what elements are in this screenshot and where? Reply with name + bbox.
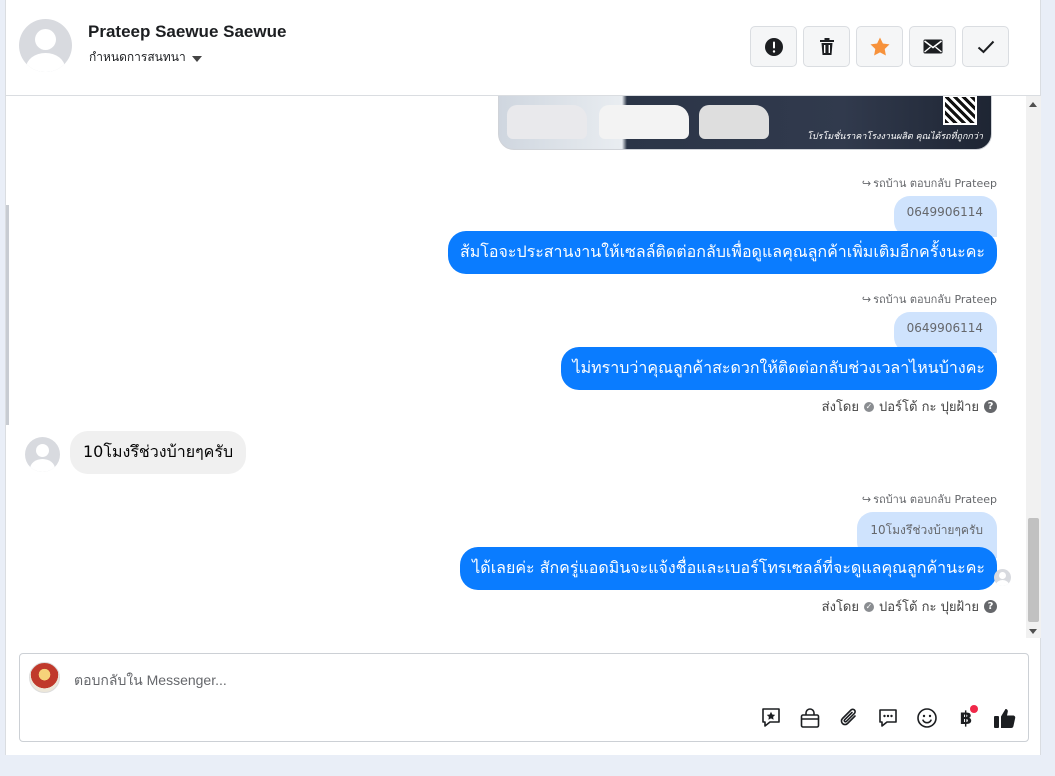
reply-composer[interactable]: ตอบกลับใน Messenger... ฿ [19, 653, 1029, 742]
scroll-thumb[interactable] [1028, 518, 1039, 622]
scroll-up-arrow-icon[interactable] [1029, 102, 1037, 107]
assign-label: กำหนดการสนทนา [89, 50, 186, 64]
verified-icon: ✓ [864, 601, 874, 612]
mark-unread-button[interactable] [909, 26, 956, 67]
like-button[interactable] [992, 705, 1018, 731]
emoji-icon [917, 708, 937, 728]
conversation-header: Prateep Saewue Saewue กำหนดการสนทนา [6, 0, 1040, 96]
scroll-down-arrow-icon[interactable] [1029, 629, 1037, 634]
seen-avatar-icon [994, 569, 1011, 586]
check-icon [977, 40, 994, 53]
conversation-panel: Prateep Saewue Saewue กำหนดการสนทนา โปรโ… [5, 0, 1041, 755]
reply-arrow-icon: ↪ [861, 492, 872, 506]
sticker-star-icon [762, 708, 780, 727]
message-list[interactable]: โปรโมชั่นราคาโรงงานผลิต คุณได้รถที่ถูกกว… [6, 96, 1026, 638]
image-message[interactable]: โปรโมชั่นราคาโรงงานผลิต คุณได้รถที่ถูกกว… [498, 96, 992, 150]
mail-icon [923, 39, 942, 54]
outgoing-message[interactable]: ส้มโอจะประสานงานให้เซลล์ติดต่อกลับเพื่อด… [447, 231, 997, 274]
payment-button[interactable]: ฿ [953, 705, 979, 731]
assign-conversation-dropdown[interactable]: กำหนดการสนทนา [89, 48, 202, 67]
paperclip-icon [840, 708, 856, 726]
reply-arrow-icon: ↪ [861, 292, 872, 306]
verified-icon: ✓ [864, 401, 874, 412]
outgoing-message[interactable]: ไม่ทราบว่าคุณลูกค้าสะดวกให้ติดต่อกลับช่ว… [560, 347, 997, 390]
done-button[interactable] [962, 26, 1009, 67]
thumbs-up-icon [994, 709, 1016, 728]
car-photo [599, 105, 689, 139]
qr-code [943, 96, 977, 125]
header-actions [750, 26, 1009, 67]
star-button[interactable] [856, 26, 903, 67]
incoming-message[interactable]: 10โมงรึช่วงบ้ายๆครับ [70, 431, 247, 474]
reply-arrow-icon: ↪ [861, 176, 872, 190]
saved-replies-icon [879, 709, 897, 727]
image-caption: โปรโมชั่นราคาโรงงานผลิต คุณได้รถที่ถูกกว… [807, 132, 983, 142]
delete-button[interactable] [803, 26, 850, 67]
contact-avatar[interactable] [19, 19, 72, 72]
attach-button[interactable] [836, 705, 862, 731]
page-avatar [29, 662, 60, 693]
notification-dot [970, 705, 978, 713]
emoji-button[interactable] [914, 705, 940, 731]
help-icon[interactable]: ? [984, 600, 997, 613]
message-scrollbar[interactable] [1026, 96, 1041, 638]
reply-note: ↪ รถบ้าน ตอบกลับ Prateep [861, 176, 997, 191]
star-icon [870, 37, 889, 56]
shop-button[interactable] [797, 705, 823, 731]
reply-note: ↪ รถบ้าน ตอบกลับ Prateep [861, 292, 997, 307]
help-icon[interactable]: ? [984, 400, 997, 413]
shop-bag-icon [800, 708, 820, 728]
reply-input[interactable]: ตอบกลับใน Messenger... [74, 670, 227, 692]
alert-icon [764, 37, 783, 56]
sent-by-info: ส่งโดย ✓ ปอร์โต้ กะ ปุยฝ้าย ? [822, 596, 997, 617]
car-photo [699, 105, 769, 139]
reply-note: ↪ รถบ้าน ตอบกลับ Prateep [861, 492, 997, 507]
car-photo [507, 105, 587, 139]
spam-button[interactable] [750, 26, 797, 67]
caret-down-icon [191, 55, 202, 62]
outgoing-message[interactable]: ได้เลยค่ะ สักครู่แอดมินจะแจ้งชื่อและเบอร… [460, 547, 997, 590]
trash-icon [819, 37, 834, 55]
composer-toolbar: ฿ [758, 705, 1018, 731]
sticker-star-button[interactable] [758, 705, 784, 731]
contact-name[interactable]: Prateep Saewue Saewue [88, 22, 286, 42]
saved-replies-button[interactable] [875, 705, 901, 731]
contact-avatar-small[interactable] [25, 437, 60, 472]
sent-by-info: ส่งโดย ✓ ปอร์โต้ กะ ปุยฝ้าย ? [822, 396, 997, 417]
